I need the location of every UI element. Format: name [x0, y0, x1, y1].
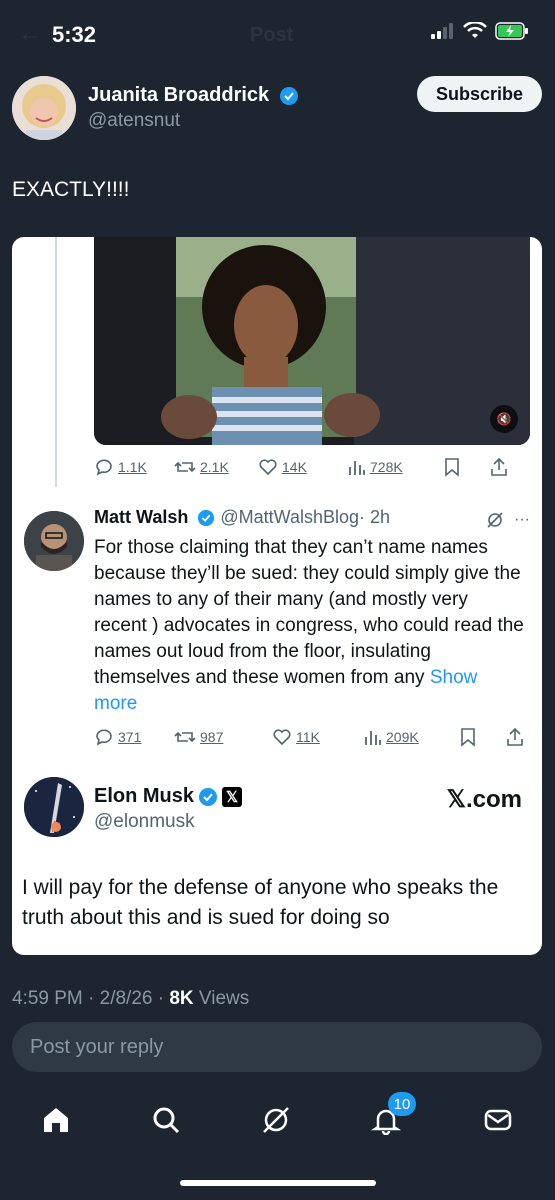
- status-time: 5:32: [52, 22, 97, 47]
- quote-author-handle: @elonmusk: [94, 811, 195, 832]
- reply-author[interactable]: Matt Walsh @MattWalshBlog· 2h: [94, 507, 390, 528]
- tab-notifications[interactable]: 10: [366, 1092, 416, 1140]
- share-icon: [491, 457, 507, 476]
- reply-input[interactable]: [12, 1022, 542, 1072]
- reply-icon: [96, 459, 112, 476]
- grok-icon[interactable]: [486, 511, 504, 529]
- bottom-tab-bar: 10: [0, 1090, 555, 1150]
- verified-badge-icon: [198, 510, 215, 527]
- view-count: 728K: [370, 459, 403, 475]
- mail-icon: [484, 1109, 512, 1131]
- share-button[interactable]: [506, 727, 524, 747]
- post-header: Juanita Broaddrick @atensnut Subscribe: [12, 76, 542, 140]
- status-icons: [431, 22, 529, 40]
- repost-button[interactable]: 987: [174, 727, 272, 747]
- tab-messages[interactable]: [478, 1100, 518, 1140]
- search-icon: [153, 1107, 180, 1134]
- author-name[interactable]: Juanita Broaddrick: [88, 84, 299, 107]
- reply-button[interactable]: 1.1K: [94, 457, 174, 477]
- author-name-text: Juanita Broaddrick: [88, 84, 270, 106]
- share-icon: [507, 727, 523, 746]
- repost-button[interactable]: 2.1K: [174, 457, 258, 477]
- repost-count: 987: [200, 729, 224, 745]
- views-button[interactable]: 728K: [348, 457, 444, 477]
- like-button[interactable]: 14K: [258, 457, 348, 477]
- reply-icon: [96, 729, 112, 746]
- grok-icon: [263, 1107, 289, 1133]
- wifi-icon: [463, 22, 487, 38]
- thread-line: [55, 237, 57, 487]
- video-frame: [94, 237, 530, 445]
- reply-time: · 2h: [359, 507, 391, 527]
- status-bar: ← 5:32 Post: [0, 0, 555, 70]
- views-button[interactable]: 209K: [364, 727, 460, 747]
- speaker-muted-icon[interactable]: 🔇: [490, 405, 518, 433]
- view-count: 209K: [386, 729, 419, 745]
- bookmark-icon: [461, 728, 475, 747]
- bookmark-icon: [445, 458, 459, 477]
- video-tweet-actions: 1.1K 2.1K 14K 728K: [94, 455, 534, 479]
- quote-text: I will pay for the defense of anyone who…: [22, 876, 499, 929]
- avatar[interactable]: [24, 777, 84, 837]
- repost-count: 2.1K: [200, 459, 229, 475]
- embedded-screenshot-card: 🔇 1.1K 2.1K 14K 728K Matt Walsh @MattWal…: [12, 237, 542, 955]
- like-count: 14K: [282, 459, 307, 475]
- notifications-badge: 10: [388, 1092, 416, 1116]
- verified-badge-icon: [199, 787, 218, 806]
- author-handle[interactable]: @atensnut: [88, 110, 180, 132]
- like-count: 11K: [296, 729, 320, 745]
- post-text: EXACTLY!!!!: [12, 178, 130, 201]
- reply-author-handle: @MattWalshBlog: [220, 507, 360, 527]
- quote-author[interactable]: Elon Musk 𝕏: [94, 785, 243, 808]
- reply-text: For those claiming that they can’t name …: [94, 537, 524, 688]
- page-title: Post: [250, 24, 294, 46]
- heart-icon: [273, 729, 291, 746]
- xcom-logo: 𝕏.com: [446, 786, 522, 813]
- reply-tweet-icons: ···: [486, 511, 530, 529]
- home-indicator: [180, 1180, 376, 1186]
- video-media[interactable]: 🔇: [94, 237, 530, 445]
- reply-count: 371: [118, 729, 142, 745]
- reply-count: 1.1K: [118, 459, 147, 475]
- tab-grok[interactable]: [256, 1100, 296, 1140]
- post-meta: 4:59 PM · 2/8/26 · 8K Views: [12, 988, 249, 1010]
- share-button[interactable]: [490, 457, 508, 477]
- post-timestamp: 4:59 PM · 2/8/26 ·: [12, 988, 170, 1009]
- bookmark-button[interactable]: [444, 457, 490, 477]
- repost-icon: [174, 731, 196, 743]
- tab-home[interactable]: [36, 1100, 76, 1140]
- post-view-count: 8K: [169, 988, 194, 1009]
- analytics-icon: [365, 731, 381, 745]
- reply-body: For those claiming that they can’t name …: [94, 535, 524, 717]
- tab-search[interactable]: [146, 1100, 186, 1140]
- quote-author-name: Elon Musk: [94, 785, 195, 807]
- x-affiliate-icon: 𝕏: [222, 786, 243, 807]
- home-icon: [44, 1108, 68, 1132]
- reply-tweet-actions: 371 987 11K 209K: [94, 725, 534, 749]
- bookmark-button[interactable]: [460, 727, 506, 747]
- avatar[interactable]: [24, 511, 84, 571]
- signal-icon: [431, 23, 453, 39]
- more-options-icon[interactable]: ···: [514, 511, 530, 529]
- verified-badge-icon: [279, 86, 298, 105]
- avatar[interactable]: [12, 76, 76, 140]
- analytics-icon: [349, 461, 365, 475]
- reply-author-name: Matt Walsh: [94, 507, 189, 527]
- post-views-label: Views: [193, 988, 250, 1009]
- reply-button[interactable]: 371: [94, 727, 174, 747]
- like-button[interactable]: 11K: [272, 727, 364, 747]
- back-arrow-icon[interactable]: ←: [18, 20, 42, 48]
- subscribe-button[interactable]: Subscribe: [417, 76, 542, 112]
- quoted-tweet[interactable]: Elon Musk 𝕏 @elonmusk 𝕏.com I will pay f…: [12, 777, 542, 955]
- battery-charging-icon: [495, 22, 528, 40]
- repost-icon: [174, 461, 196, 473]
- heart-icon: [259, 459, 277, 476]
